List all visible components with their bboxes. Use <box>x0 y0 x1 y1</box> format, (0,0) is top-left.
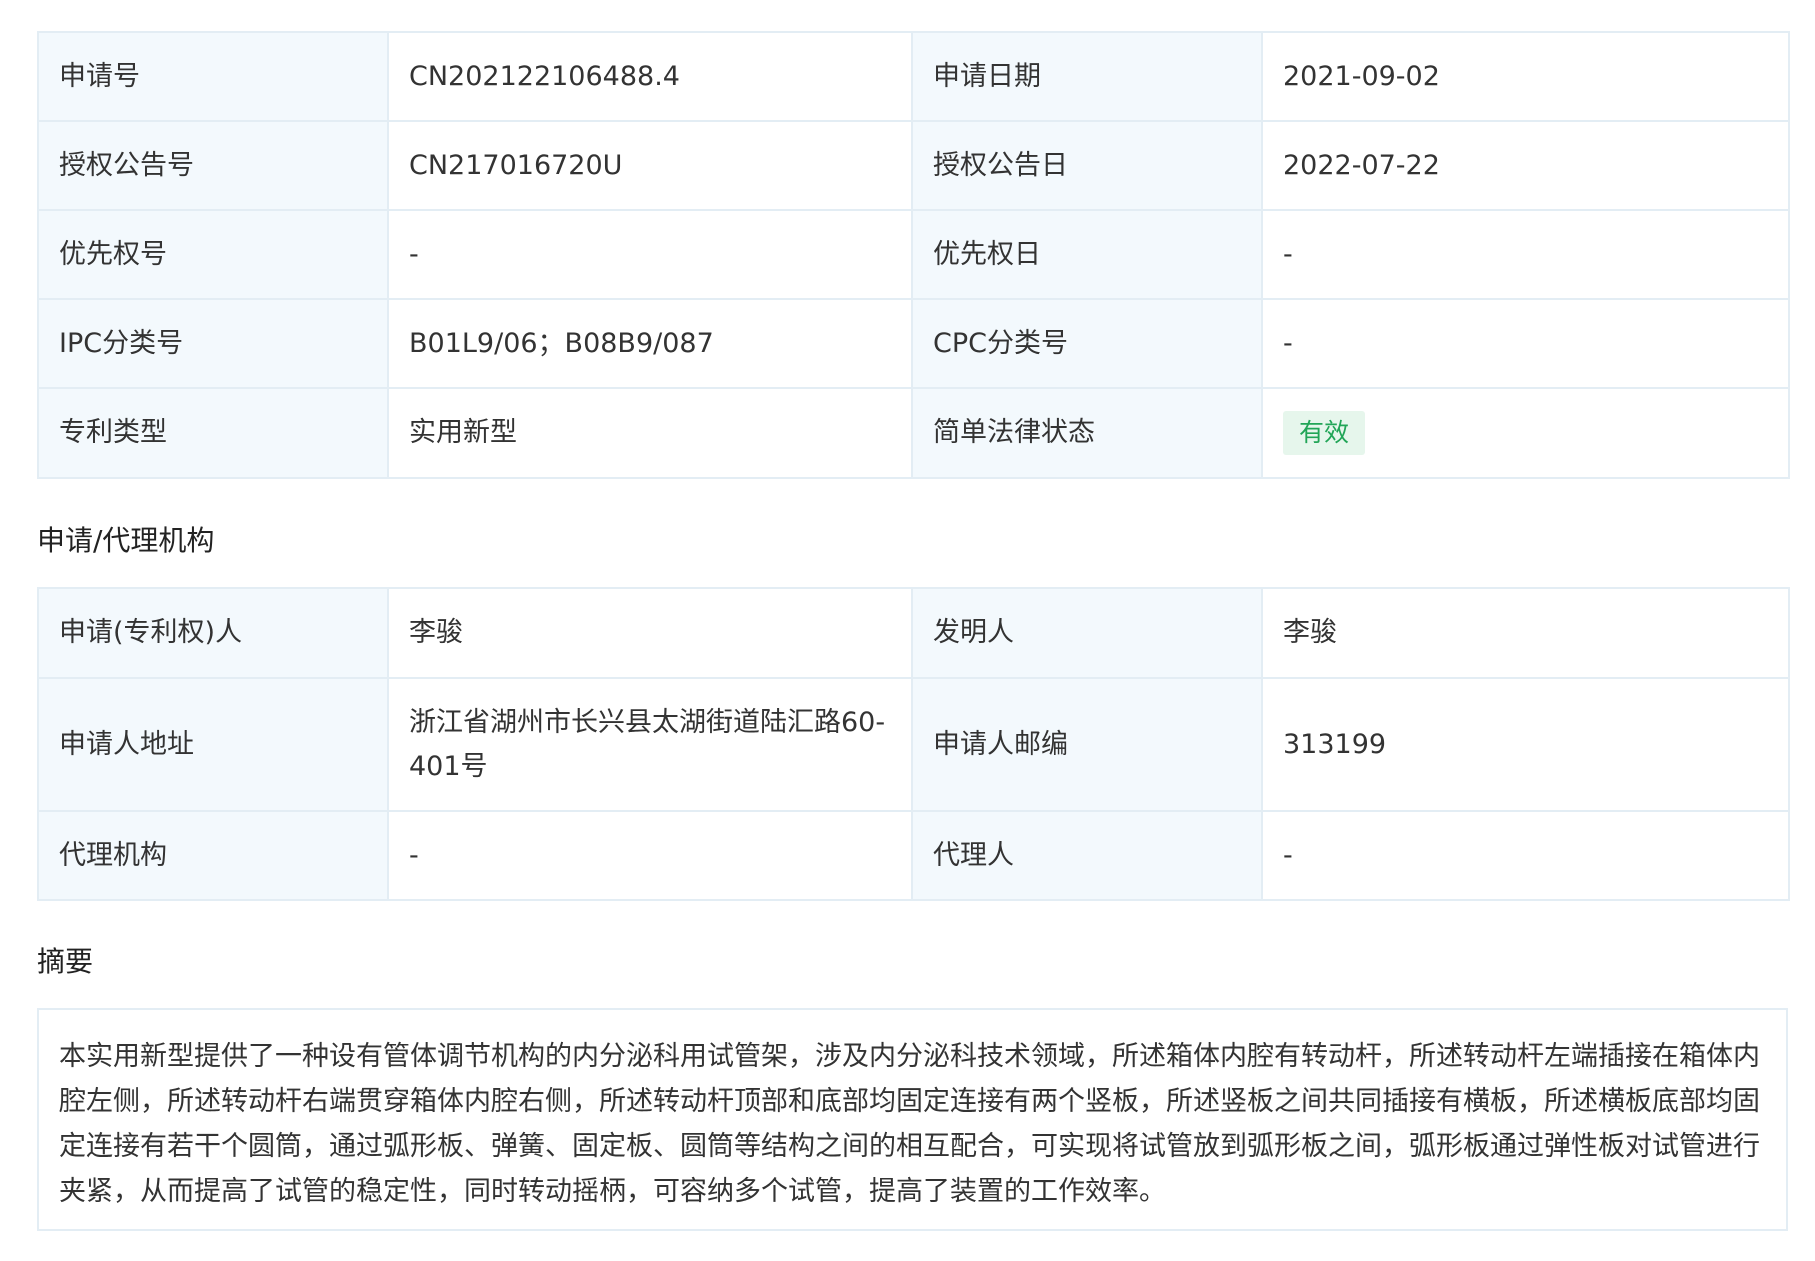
basic-info-table: 申请号 CN202122106488.4 申请日期 2021-09-02 授权公… <box>37 31 1790 479</box>
table-row: 申请人地址 浙江省湖州市长兴县太湖街道陆汇路60-401号 申请人邮编 3131… <box>37 677 1790 812</box>
address-label: 申请人地址 <box>37 677 389 812</box>
priority-no-label: 优先权号 <box>37 209 389 300</box>
table-row: 申请(专利权)人 李骏 发明人 李骏 <box>37 587 1790 679</box>
table-row: 优先权号 - 优先权日 - <box>37 209 1790 300</box>
agency-value: - <box>387 810 913 901</box>
agency-section-title: 申请/代理机构 <box>37 524 215 557</box>
inventor-value: 李骏 <box>1261 587 1790 679</box>
agency-table: 申请(专利权)人 李骏 发明人 李骏 申请人地址 浙江省湖州市长兴县太湖街道陆汇… <box>37 587 1790 901</box>
legal-status-cell: 有效 <box>1261 387 1790 479</box>
agent-value: - <box>1261 810 1790 901</box>
priority-no-value: - <box>387 209 913 300</box>
table-row: IPC分类号 B01L9/06；B08B9/087 CPC分类号 - <box>37 298 1790 389</box>
agent-label: 代理人 <box>911 810 1263 901</box>
cpc-label: CPC分类号 <box>911 298 1263 389</box>
legal-status-label: 简单法律状态 <box>911 387 1263 479</box>
table-row: 申请号 CN202122106488.4 申请日期 2021-09-02 <box>37 31 1790 122</box>
application-date-value: 2021-09-02 <box>1261 31 1790 122</box>
status-badge: 有效 <box>1283 411 1366 456</box>
priority-date-label: 优先权日 <box>911 209 1263 300</box>
application-no-label: 申请号 <box>37 31 389 122</box>
application-date-label: 申请日期 <box>911 31 1263 122</box>
patent-detail-page: 申请号 CN202122106488.4 申请日期 2021-09-02 授权公… <box>0 0 1815 1261</box>
inventor-label: 发明人 <box>911 587 1263 679</box>
agency-label: 代理机构 <box>37 810 389 901</box>
grant-pub-no-value: CN217016720U <box>387 120 913 211</box>
abstract-section-title: 摘要 <box>37 945 94 978</box>
postcode-label: 申请人邮编 <box>911 677 1263 812</box>
priority-date-value: - <box>1261 209 1790 300</box>
grant-pub-date-value: 2022-07-22 <box>1261 120 1790 211</box>
ipc-label: IPC分类号 <box>37 298 389 389</box>
applicant-label: 申请(专利权)人 <box>37 587 389 679</box>
address-value: 浙江省湖州市长兴县太湖街道陆汇路60-401号 <box>387 677 913 812</box>
table-row: 专利类型 实用新型 简单法律状态 有效 <box>37 387 1790 479</box>
ipc-value: B01L9/06；B08B9/087 <box>387 298 913 389</box>
application-no-value: CN202122106488.4 <box>387 31 913 122</box>
table-row: 代理机构 - 代理人 - <box>37 810 1790 901</box>
table-row: 授权公告号 CN217016720U 授权公告日 2022-07-22 <box>37 120 1790 211</box>
applicant-value: 李骏 <box>387 587 913 679</box>
patent-type-value: 实用新型 <box>387 387 913 479</box>
grant-pub-date-label: 授权公告日 <box>911 120 1263 211</box>
cpc-value: - <box>1261 298 1790 389</box>
abstract-text: 本实用新型提供了一种设有管体调节机构的内分泌科用试管架，涉及内分泌科技术领域，所… <box>37 1008 1788 1231</box>
patent-type-label: 专利类型 <box>37 387 389 479</box>
grant-pub-no-label: 授权公告号 <box>37 120 389 211</box>
postcode-value: 313199 <box>1261 677 1790 812</box>
